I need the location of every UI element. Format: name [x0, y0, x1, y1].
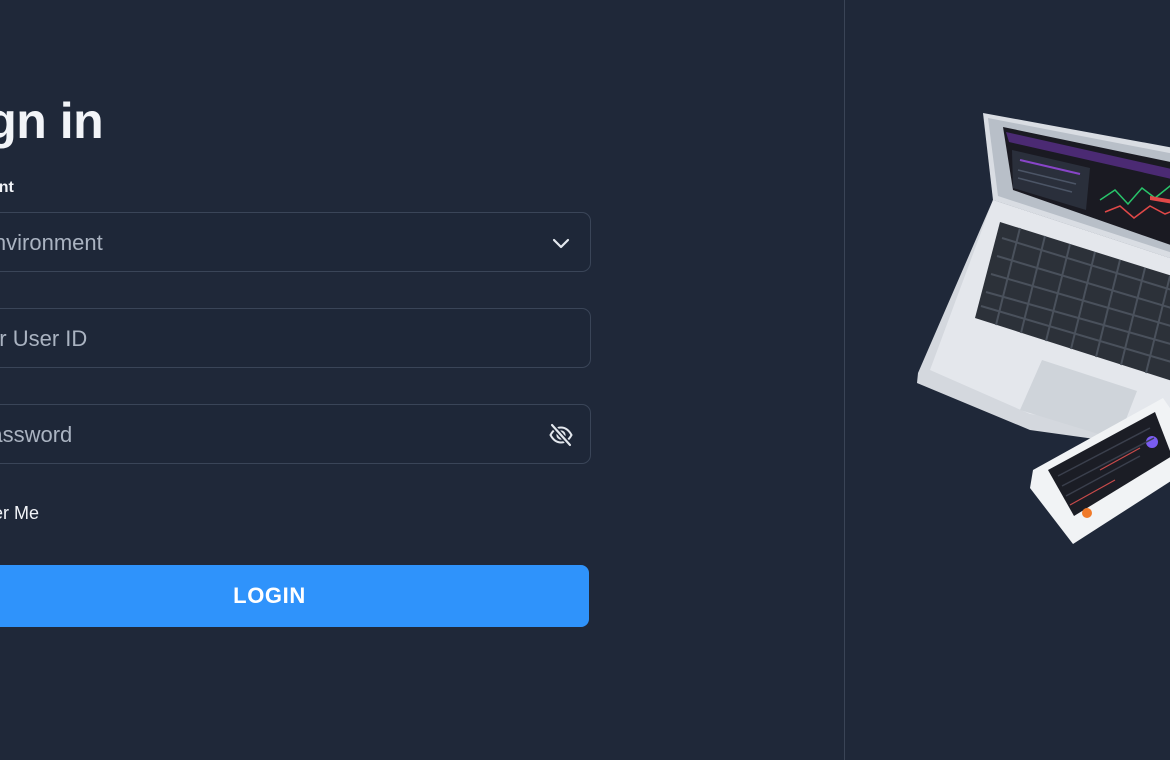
chevron-down-icon[interactable] — [548, 230, 574, 256]
page-title: Sign in — [0, 93, 104, 149]
laptop-phone-illustration — [917, 113, 1170, 544]
user-id-placeholder: Enter User ID — [0, 326, 88, 351]
eye-off-icon[interactable] — [548, 422, 574, 448]
user-id-field[interactable]: Enter User ID — [0, 308, 591, 368]
environment-label: Environment — [0, 179, 14, 196]
password-field[interactable]: Enter Password — [0, 404, 591, 464]
environment-select[interactable]: Select Environment — [0, 212, 591, 272]
login-page: Sign in Environment Select Environment E… — [0, 0, 1170, 760]
password-placeholder: Enter Password — [0, 422, 73, 447]
illustration-panel — [845, 0, 1170, 760]
login-button[interactable]: LOGIN — [0, 565, 589, 627]
login-panel: Sign in Environment Select Environment E… — [0, 0, 844, 760]
environment-select-value: Select Environment — [0, 230, 103, 255]
remember-me-label[interactable]: Remember Me — [0, 503, 39, 524]
